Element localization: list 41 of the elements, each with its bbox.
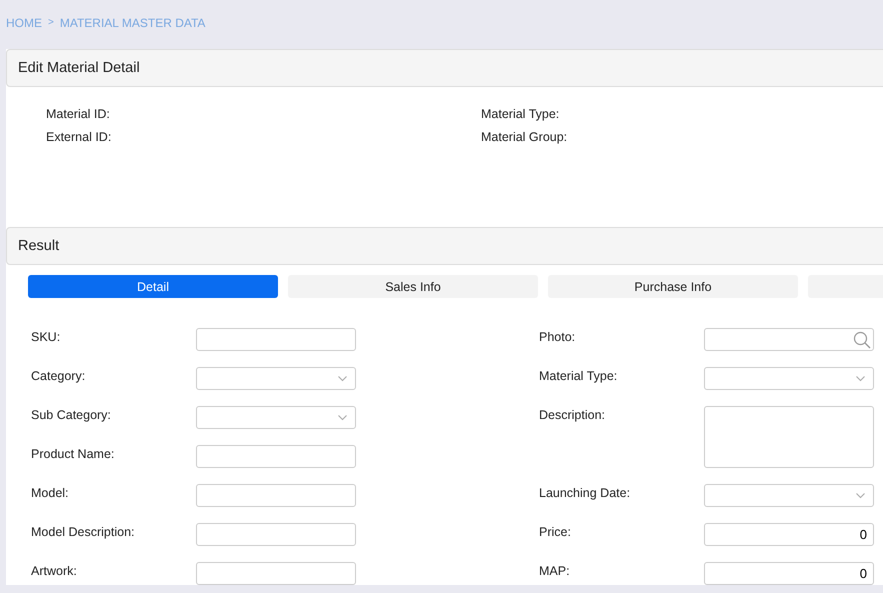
field-label: Artwork:: [31, 563, 78, 578]
tab[interactable]: Detail: [28, 275, 278, 298]
dropdown-field[interactable]: [196, 367, 356, 390]
field-label: SKU:: [31, 329, 62, 344]
input-field[interactable]: 0: [704, 523, 874, 546]
panel-title: Result: [18, 238, 60, 254]
field-label: Material Type:: [539, 368, 618, 383]
field-label: Product Name:: [31, 446, 116, 461]
breadcrumb-separator: >: [48, 17, 54, 28]
caret-icon: [338, 376, 347, 382]
input-field[interactable]: [196, 445, 356, 468]
dropdown-field[interactable]: [704, 367, 874, 390]
field-label: Sub Category:: [31, 407, 112, 422]
field-label: External ID:: [46, 130, 112, 144]
text-area[interactable]: [704, 406, 874, 468]
tab[interactable]: Purchase Info: [548, 275, 798, 298]
search-icon: [853, 330, 871, 348]
search-field[interactable]: [704, 328, 874, 351]
input-field[interactable]: [196, 523, 356, 546]
field-label: Material Type:: [481, 107, 560, 121]
input-field[interactable]: [196, 562, 356, 585]
field-label: Model:: [31, 485, 70, 500]
panel-title: Edit Material Detail: [18, 60, 140, 76]
input-field[interactable]: 0: [704, 562, 874, 585]
caret-icon: [338, 414, 347, 420]
tab[interactable]: Sales Info: [288, 275, 538, 298]
field-label: MAP:: [539, 563, 571, 578]
field-label: Price:: [539, 524, 572, 539]
field-label: Launching Date:: [539, 485, 632, 500]
caret-icon: [856, 376, 865, 382]
input-field[interactable]: [196, 484, 356, 507]
caret-icon: [856, 492, 865, 498]
input-field[interactable]: [196, 328, 356, 351]
field-label: Material ID:: [46, 107, 111, 121]
dropdown-field[interactable]: [704, 484, 874, 507]
field-label: Model Description:: [31, 524, 136, 539]
field-label: Description:: [539, 407, 606, 422]
field-label: Category:: [31, 368, 86, 383]
dropdown-field[interactable]: [196, 406, 356, 429]
field-label: Material Group:: [481, 130, 568, 144]
field-label: Photo:: [539, 329, 576, 344]
